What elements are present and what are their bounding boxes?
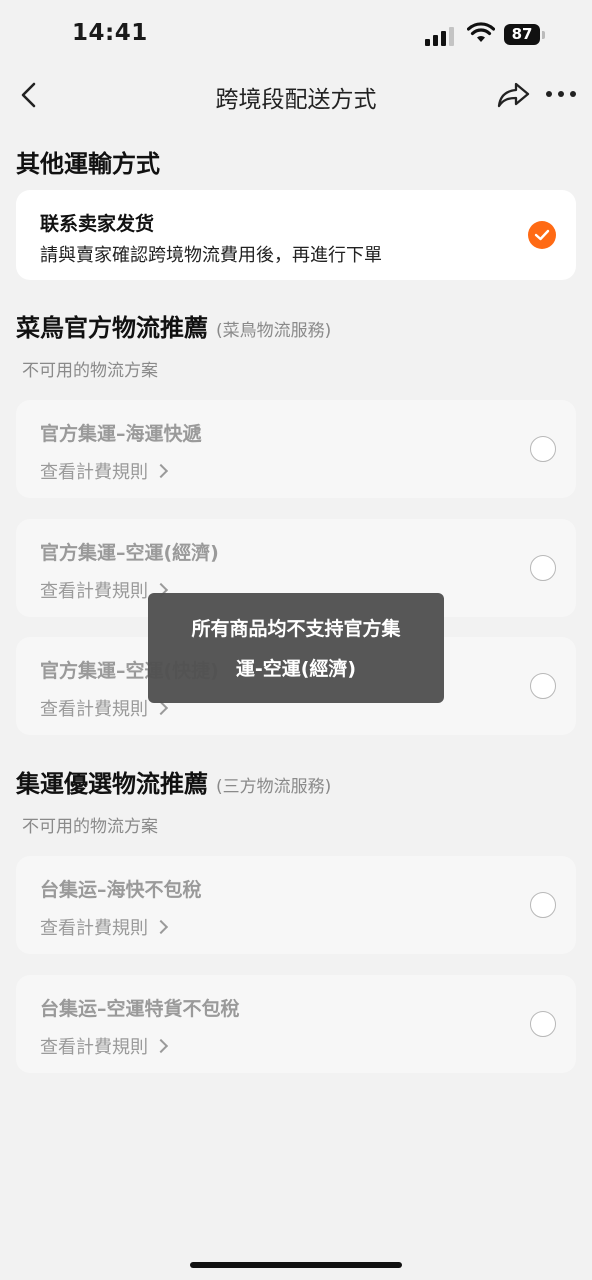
section-title-other: 其他運輸方式 <box>16 150 160 178</box>
radio-unchecked[interactable] <box>530 555 556 581</box>
battery-tip <box>542 31 545 39</box>
section-subtitle: (菜鳥物流服務) <box>216 321 332 341</box>
share-icon[interactable] <box>496 80 532 110</box>
section-title-text: 集運優選物流推薦 <box>16 770 208 798</box>
option-title: 台集运–空運特貨不包稅 <box>40 998 240 1020</box>
home-indicator[interactable] <box>190 1262 402 1268</box>
nav-bar: 跨境段配送方式 <box>0 70 592 122</box>
pricing-rules-label: 查看計費規則 <box>40 918 148 939</box>
option-contact-seller[interactable]: 联系卖家发货 請與賣家確認跨境物流費用後，再進行下單 <box>16 190 576 280</box>
radio-unchecked[interactable] <box>530 892 556 918</box>
unavailable-label: 不可用的物流方案 <box>22 817 158 837</box>
signal-icon <box>425 26 457 46</box>
option-card-disabled[interactable]: 台集运–海快不包稅 查看計費規則 <box>16 856 576 954</box>
more-icon[interactable] <box>544 88 578 102</box>
radio-unchecked[interactable] <box>530 436 556 462</box>
pricing-rules-label: 查看計費規則 <box>40 1037 148 1058</box>
toast-line-2: 運-空運(經濟) <box>235 658 357 680</box>
radio-unchecked[interactable] <box>530 1011 556 1037</box>
status-time: 14:41 <box>72 20 148 46</box>
pricing-rules-label: 查看計費規則 <box>40 699 148 720</box>
section-title-consolidation: 集運優選物流推薦 (三方物流服務) <box>16 764 331 799</box>
option-card-disabled[interactable]: 台集运–空運特貨不包稅 查看計費規則 <box>16 975 576 1073</box>
option-title: 官方集運–海運快遞 <box>40 423 202 445</box>
toast-line-1: 所有商品均不支持官方集 <box>191 618 401 640</box>
radio-selected-check-icon[interactable] <box>528 221 556 249</box>
chevron-right-icon <box>153 463 169 479</box>
chevron-right-icon <box>153 700 169 716</box>
status-bar: 14:41 87 <box>0 0 592 70</box>
chevron-right-icon <box>153 1038 169 1054</box>
option-title: 联系卖家发货 <box>40 213 155 235</box>
option-subtitle: 請與賣家確認跨境物流費用後，再進行下單 <box>40 245 382 266</box>
wifi-icon <box>467 22 495 42</box>
section-title-cainiao: 菜鳥官方物流推薦 (菜鳥物流服務) <box>16 308 331 343</box>
pricing-rules-label: 查看計費規則 <box>40 462 148 483</box>
section-title-text: 菜鳥官方物流推薦 <box>16 314 208 342</box>
unavailable-label: 不可用的物流方案 <box>22 361 158 381</box>
option-card-disabled[interactable]: 官方集運–海運快遞 查看計費規則 <box>16 400 576 498</box>
pricing-rules-link[interactable]: 查看計費規則 <box>40 914 169 940</box>
option-title: 台集运–海快不包稅 <box>40 879 202 901</box>
battery-icon: 87 <box>504 24 540 45</box>
pricing-rules-link[interactable]: 查看計費規則 <box>40 1033 169 1059</box>
pricing-rules-link[interactable]: 查看計費規則 <box>40 458 169 484</box>
chevron-right-icon <box>153 919 169 935</box>
section-subtitle: (三方物流服務) <box>216 777 332 797</box>
pricing-rules-label: 查看計費規則 <box>40 581 148 602</box>
option-title: 官方集運–空運(經濟) <box>40 542 219 564</box>
pricing-rules-link[interactable]: 查看計費規則 <box>40 695 169 721</box>
toast-message: 所有商品均不支持官方集 運-空運(經濟) <box>148 593 444 703</box>
radio-unchecked[interactable] <box>530 673 556 699</box>
